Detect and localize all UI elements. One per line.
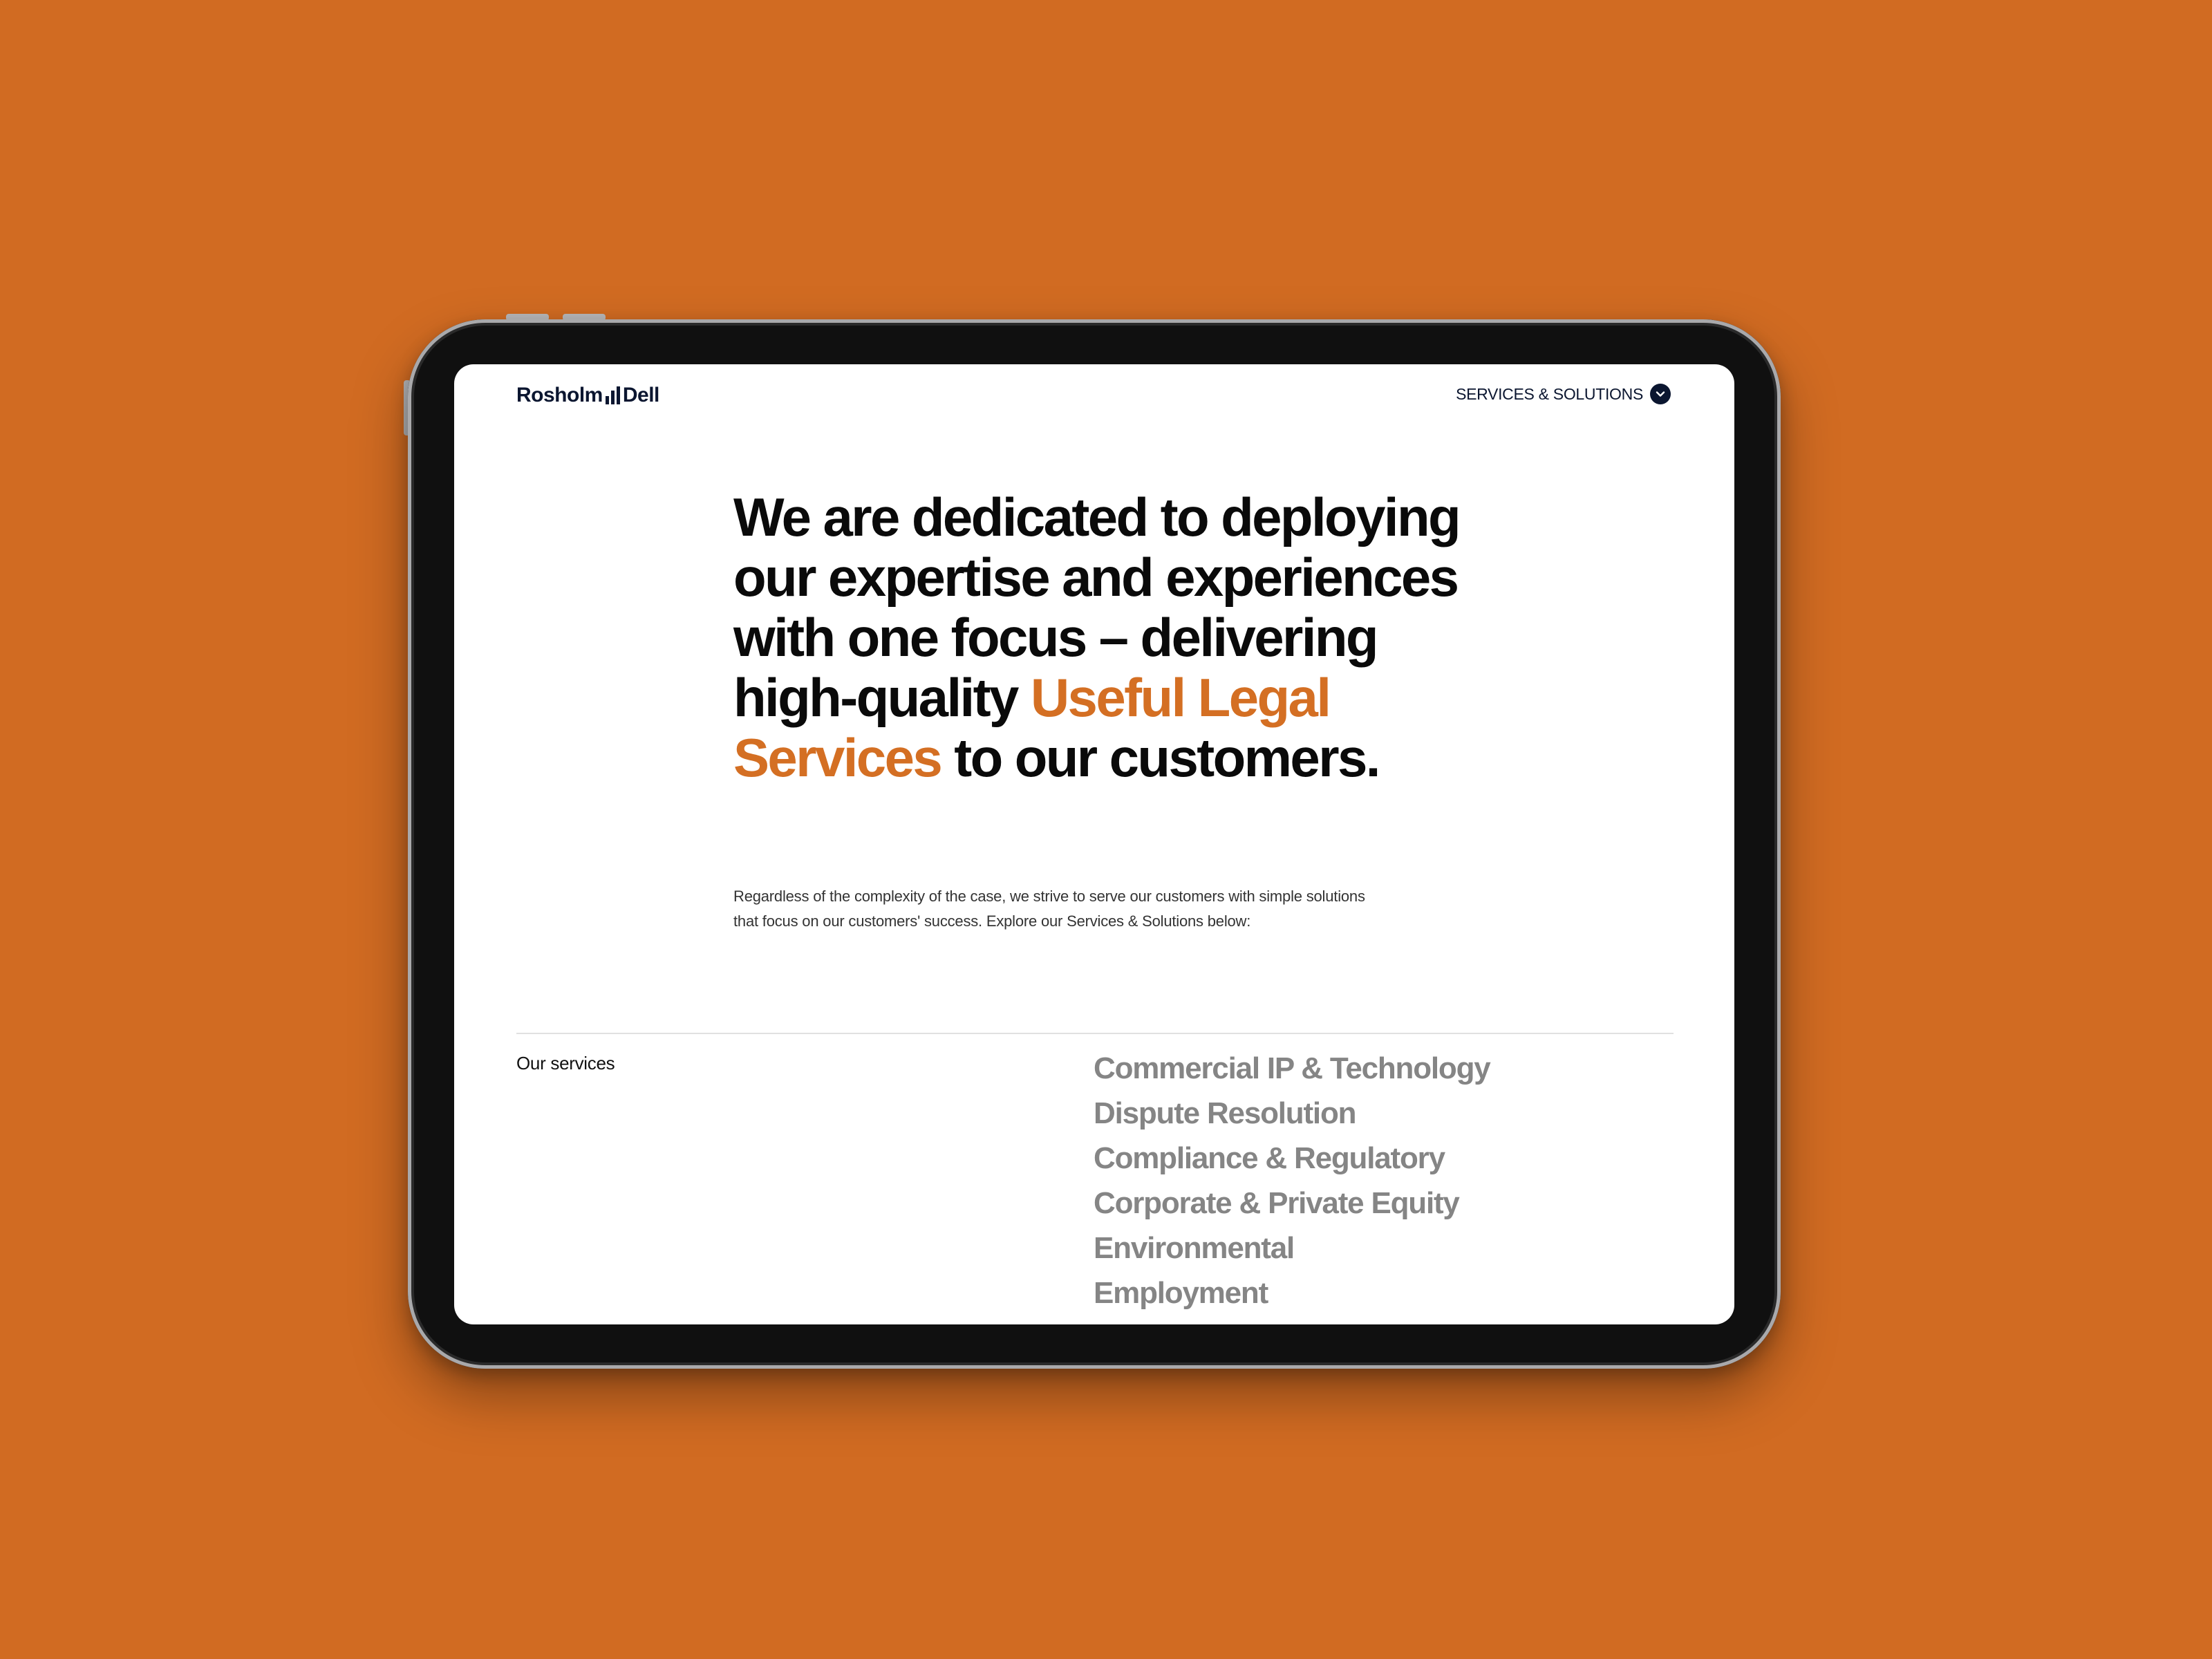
our-services-heading: Our services: [516, 1053, 615, 1074]
intro-paragraph: Regardless of the complexity of the case…: [733, 884, 1466, 934]
service-link-employment[interactable]: Employment: [1094, 1271, 1490, 1315]
intro-line-2: that focus on our customers' success. Ex…: [733, 912, 1251, 930]
services-solutions-label: SERVICES & SOLUTIONS: [1456, 384, 1643, 403]
service-link-dispute-resolution[interactable]: Dispute Resolution: [1094, 1091, 1490, 1136]
service-link-corporate[interactable]: Corporate & Private Equity: [1094, 1181, 1490, 1226]
intro-line-1: Regardless of the complexity of the case…: [733, 888, 1365, 905]
logo-text-dell: Dell: [622, 384, 660, 406]
services-solutions-menu[interactable]: SERVICES & SOLUTIONS: [1456, 384, 1671, 404]
service-link-commercial-ip[interactable]: Commercial IP & Technology: [1094, 1046, 1491, 1091]
logo[interactable]: Rosholm Dell: [516, 385, 659, 406]
hero-text-after: to our customers.: [941, 727, 1380, 788]
chevron-down-icon[interactable]: [1650, 384, 1671, 404]
hero-headline: We are dedicated to deploying our expert…: [733, 487, 1494, 788]
logo-bars-icon: [605, 386, 620, 404]
logo-text-rosholm: Rosholm: [516, 384, 603, 406]
section-divider: [516, 1033, 1674, 1034]
service-link-environmental[interactable]: Environmental: [1094, 1226, 1490, 1271]
service-link-compliance[interactable]: Compliance & Regulatory: [1094, 1136, 1490, 1181]
services-list: Commercial IP & Technology Dispute Resol…: [1094, 1046, 1491, 1315]
tablet-screen: Rosholm Dell SERVICES & SOLUTIONS We are…: [454, 364, 1734, 1324]
